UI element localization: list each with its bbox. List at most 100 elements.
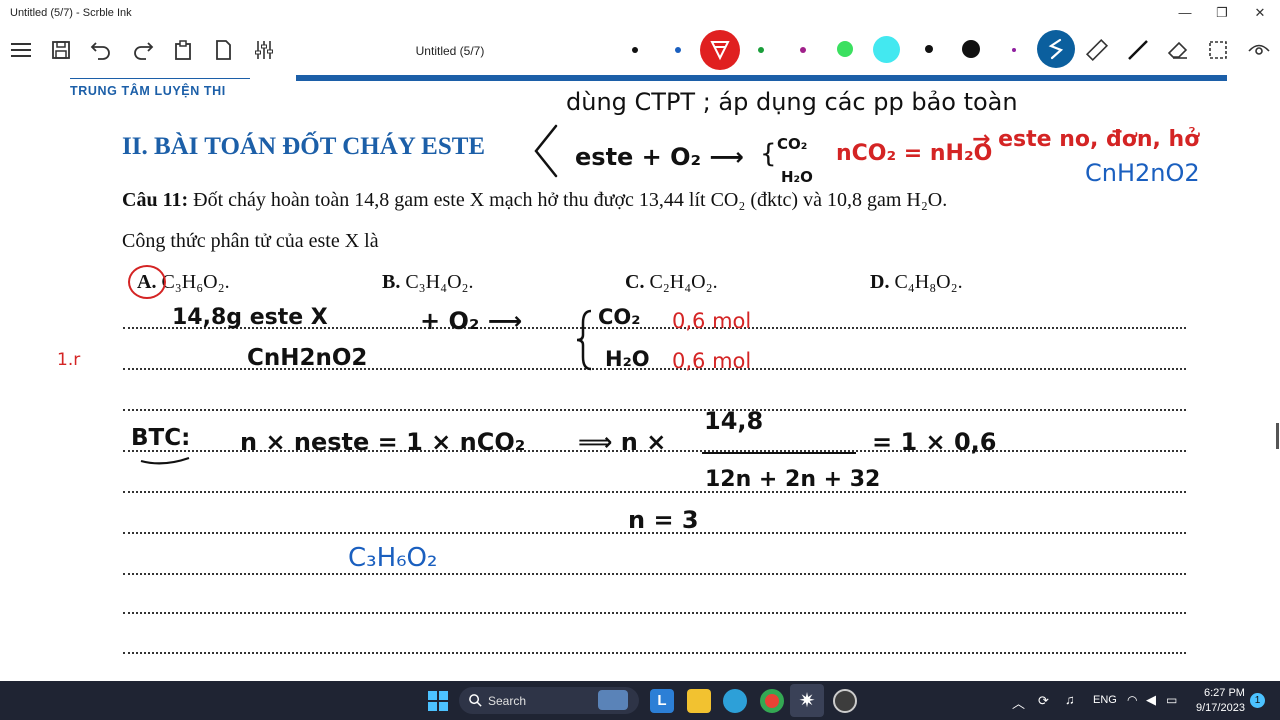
hw-ester-formula: CnH2nO2 <box>247 345 368 371</box>
funnel-pen-icon <box>710 41 730 61</box>
hw-fraction-rhs: = 1 × 0,6 <box>872 428 997 456</box>
volume-icon[interactable]: ◀ <box>1146 692 1156 708</box>
highlighter-cyan[interactable] <box>873 36 900 63</box>
answer-line <box>123 491 1186 493</box>
line-icon[interactable] <box>1125 37 1151 63</box>
pen-color-purple[interactable] <box>800 47 806 53</box>
notification-badge[interactable]: 1 <box>1250 693 1265 708</box>
document-title: Untitled (5/7) <box>415 44 485 58</box>
menu-icon[interactable] <box>8 37 34 63</box>
tray-app-icon[interactable]: ⟳ <box>1038 693 1049 709</box>
hw-btc-equation: n × neste = 1 × nCO₂ <box>240 428 526 456</box>
file-explorer-icon[interactable] <box>687 689 711 713</box>
option-c-label: C. <box>625 271 645 293</box>
chrome-browser-icon[interactable] <box>760 689 784 713</box>
pen-color-black-large[interactable] <box>962 40 980 58</box>
page-canvas[interactable]: TRUNG TÂM LUYỆN THI II. BÀI TOÁN ĐỐT CHÁ… <box>0 73 1280 681</box>
header-bar <box>296 75 1227 81</box>
pen-color-black-small[interactable] <box>632 47 638 53</box>
settings-sliders-icon[interactable] <box>251 37 277 63</box>
clock-time[interactable]: 6:27 PM <box>1204 687 1245 699</box>
option-d[interactable]: D. C₄H₈O₂. <box>870 271 963 294</box>
hw-n-result: n = 3 <box>628 506 699 534</box>
scrble-ink-icon[interactable]: ✷ <box>795 689 819 713</box>
tray-overflow-icon[interactable]: ︿ <box>1012 693 1025 712</box>
answer-line <box>123 409 1186 411</box>
eraser-icon[interactable] <box>1165 37 1191 63</box>
hw-fraction-denominator: 12n + 2n + 32 <box>705 467 881 492</box>
hw-side-mark: 1.r <box>57 350 81 370</box>
question-line2: Công thức phân tử của este X là <box>122 230 379 252</box>
hw-btc-label: BTC: <box>131 425 191 451</box>
select-icon[interactable] <box>1205 37 1231 63</box>
note-reaction: este + O₂ ⟶ <box>575 143 744 171</box>
hw-brace-products <box>576 309 592 371</box>
hw-co2: CO₂ <box>598 305 641 329</box>
note-conclusion: → este no, đơn, hở <box>972 127 1200 152</box>
pen-color-green[interactable] <box>758 47 764 53</box>
note-co2: CO₂ <box>777 135 808 153</box>
note-brace: { <box>760 139 777 169</box>
search-icon <box>469 694 482 707</box>
hw-fraction-numerator: 14,8 <box>704 407 764 435</box>
microphone-icon[interactable]: ♫ <box>1065 692 1075 707</box>
hw-h2o-mol: 0,6 mol <box>672 349 752 373</box>
search-highlight-icon <box>598 690 628 710</box>
answer-circle <box>128 265 166 299</box>
taskbar: Search L ✷ ︿ ⟳ ♫ ENG ◠ ◀ ▭ 6:27 PM 9/17/… <box>0 681 1280 720</box>
answer-line <box>123 573 1186 575</box>
maximize-button[interactable]: ❐ <box>1207 4 1237 22</box>
ruler-icon[interactable] <box>1084 37 1110 63</box>
windows-start-icon[interactable] <box>426 689 450 713</box>
minimize-button[interactable]: — <box>1170 4 1200 22</box>
section-title: II. BÀI TOÁN ĐỐT CHÁY ESTE <box>122 133 486 160</box>
annotation-bracket-left <box>534 124 558 178</box>
view-icon[interactable] <box>1246 37 1272 63</box>
scrollbar-thumb[interactable] <box>1276 423 1279 449</box>
wifi-icon[interactable]: ◠ <box>1127 693 1137 707</box>
hw-h2o: H₂O <box>605 347 650 371</box>
taskbar-search-box[interactable]: Search <box>459 687 639 714</box>
hw-plus-o2: + O₂ ⟶ <box>420 307 523 335</box>
window-title: Untitled (5/7) - Scrble Ink <box>10 7 132 19</box>
pen-color-violet[interactable] <box>1012 48 1016 52</box>
option-b-formula: C₃H₄O₂. <box>405 271 474 293</box>
option-a-formula: C₃H₆O₂. <box>161 271 230 293</box>
squiggle-tool-icon <box>1048 38 1064 60</box>
close-button[interactable]: ✕ <box>1245 4 1275 22</box>
hw-co2-mol: 0,6 mol <box>672 309 752 333</box>
language-indicator[interactable]: ENG <box>1093 694 1117 706</box>
new-page-icon[interactable] <box>210 37 236 63</box>
save-icon[interactable] <box>48 37 74 63</box>
option-b-label: B. <box>382 271 401 293</box>
edge-browser-icon[interactable] <box>723 689 747 713</box>
option-b[interactable]: B. C₃H₄O₂. <box>382 271 474 294</box>
active-tool-button[interactable] <box>1037 30 1075 68</box>
hw-implies: ⟹ n × <box>578 428 667 456</box>
clock-date[interactable]: 9/17/2023 <box>1196 702 1245 714</box>
option-c[interactable]: C. C₂H₄O₂. <box>625 271 718 294</box>
obs-studio-icon[interactable] <box>833 689 857 713</box>
answer-line <box>123 652 1186 654</box>
pen-color-blue[interactable] <box>675 47 681 53</box>
app-l-icon[interactable]: L <box>650 689 674 713</box>
option-c-formula: C₂H₄O₂. <box>649 271 718 293</box>
highlighter-green[interactable] <box>837 41 853 57</box>
hw-answer-formula: C₃H₆O₂ <box>348 543 438 573</box>
question-label: Câu 11: <box>122 189 189 211</box>
answer-line <box>123 612 1186 614</box>
option-d-label: D. <box>870 271 890 293</box>
redo-icon[interactable] <box>130 37 156 63</box>
header-rule-left <box>70 78 250 79</box>
battery-icon[interactable]: ▭ <box>1166 693 1177 707</box>
toolbar: Untitled (5/7) <box>0 27 1280 73</box>
undo-icon[interactable] <box>88 37 114 63</box>
note-mole-relation: nCO₂ = nH₂O <box>836 141 993 166</box>
hw-btc-underline <box>140 456 190 465</box>
note-h2o: H₂O <box>781 168 813 186</box>
pen-color-black[interactable] <box>925 45 933 53</box>
pen-color-red-active[interactable] <box>700 30 740 70</box>
paste-icon[interactable] <box>170 37 196 63</box>
question: Câu 11: Đốt cháy hoàn toàn 14,8 gam este… <box>122 189 947 212</box>
option-d-formula: C₄H₈O₂. <box>894 271 963 293</box>
